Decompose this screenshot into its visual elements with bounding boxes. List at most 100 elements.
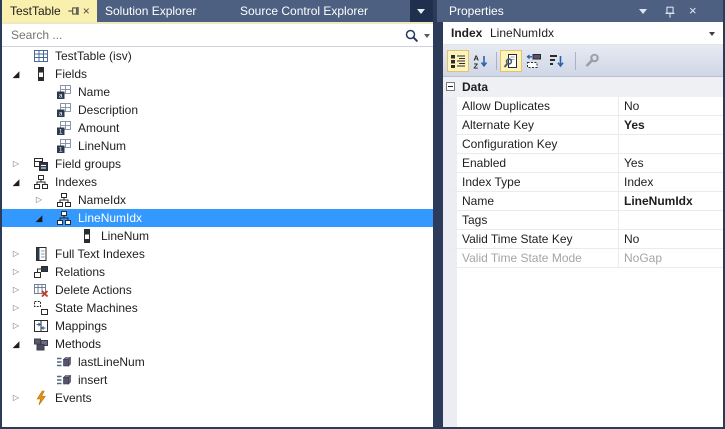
property-value[interactable]: No xyxy=(624,97,639,116)
tree-item-fields[interactable]: ◢ Fields xyxy=(2,65,433,83)
close-icon[interactable]: × xyxy=(83,4,90,18)
tree-item-lastlinenum[interactable]: lastLineNum xyxy=(2,353,433,371)
property-value[interactable]: LineNumIdx xyxy=(624,192,693,211)
tab-solution-explorer[interactable]: Solution Explorer xyxy=(97,0,230,22)
property-value[interactable]: Yes xyxy=(624,116,645,135)
property-row-configuration-key[interactable]: Configuration Key xyxy=(443,135,723,154)
tree-item-mappings[interactable]: ▷ Mappings xyxy=(2,317,433,335)
tree-item-linenumidx[interactable]: ◢ LineNumIdx xyxy=(2,209,433,227)
property-label: Configuration Key xyxy=(462,137,558,151)
tree-item-indexes[interactable]: ◢ Indexes xyxy=(2,173,433,191)
property-value[interactable]: Index xyxy=(624,173,653,192)
expand-arrow-icon[interactable]: ▷ xyxy=(10,317,22,335)
tree-item-field-groups[interactable]: ▷ Field groups xyxy=(2,155,433,173)
property-label: Valid Time State Key xyxy=(462,232,573,246)
tab-source-control-explorer[interactable]: Source Control Explorer xyxy=(230,0,410,22)
pin-icon[interactable] xyxy=(67,4,81,18)
mappings-icon xyxy=(33,318,49,334)
property-label: Enabled xyxy=(462,156,507,170)
expand-arrow-icon[interactable]: ▷ xyxy=(10,281,22,299)
tree-item-events[interactable]: ▷ Events xyxy=(2,389,433,407)
events-icon xyxy=(33,390,49,406)
fulltext-icon xyxy=(33,246,49,262)
tab-strip-overflow xyxy=(410,0,433,22)
svg-text:a: a xyxy=(59,111,63,118)
tree-item-linenum[interactable]: 1 LineNum xyxy=(2,137,433,155)
expand-arrow-icon[interactable]: ▷ xyxy=(10,263,22,281)
property-row-name[interactable]: Name LineNumIdx xyxy=(443,192,723,211)
tree-item-linenum[interactable]: LineNum xyxy=(2,227,433,245)
tree-item-delete-actions[interactable]: ▷ Delete Actions xyxy=(2,281,433,299)
expand-arrow-icon[interactable]: ▷ xyxy=(10,155,22,173)
property-row-valid-time-state-mode[interactable]: Valid Time State Mode NoGap xyxy=(443,249,723,268)
tree-item-label: lastLineNum xyxy=(78,355,145,369)
property-row-tags[interactable]: Tags xyxy=(443,211,723,230)
property-value[interactable]: Yes xyxy=(624,154,644,173)
search-input[interactable] xyxy=(2,24,394,46)
property-extender-button[interactable] xyxy=(523,50,545,72)
property-label: Index Type xyxy=(462,175,521,189)
tree-item-amount[interactable]: 1 Amount xyxy=(2,119,433,137)
svg-text:1: 1 xyxy=(59,147,63,154)
tree-item-label: Events xyxy=(55,391,92,405)
search-icon[interactable] xyxy=(404,28,420,44)
expand-arrow-icon[interactable]: ▷ xyxy=(10,299,22,317)
close-icon[interactable]: × xyxy=(689,0,697,22)
property-pages-button[interactable] xyxy=(581,50,603,72)
tree-item-testtable-isv[interactable]: TestTable (isv) xyxy=(2,47,433,65)
tree-item-label: Amount xyxy=(78,121,120,135)
expand-arrow-icon[interactable]: ▷ xyxy=(10,389,22,407)
index-icon xyxy=(33,174,49,190)
sort-source-button[interactable] xyxy=(546,50,568,72)
properties-button[interactable] xyxy=(500,50,522,72)
property-value[interactable]: No xyxy=(624,230,639,249)
collapse-arrow-icon[interactable]: ◢ xyxy=(10,335,22,353)
tree-item-full-text-indexes[interactable]: ▷ Full Text Indexes xyxy=(2,245,433,263)
panel-splitter[interactable] xyxy=(433,0,443,429)
property-value[interactable]: NoGap xyxy=(624,249,662,268)
tree-item-label: Fields xyxy=(55,67,88,81)
tree-item-description[interactable]: a Description xyxy=(2,101,433,119)
model-tree: TestTable (isv) ◢ Fields a Name a Description 1… xyxy=(2,47,433,427)
property-row-enabled[interactable]: Enabled Yes xyxy=(443,154,723,173)
pin-icon[interactable] xyxy=(663,4,677,18)
object-selector[interactable]: Index LineNumIdx xyxy=(443,22,723,45)
delete-actions-icon xyxy=(33,282,49,298)
property-row-allow-duplicates[interactable]: Allow Duplicates No xyxy=(443,97,723,116)
property-row-valid-time-state-key[interactable]: Valid Time State Key No xyxy=(443,230,723,249)
tree-item-state-machines[interactable]: ▷ State Machines xyxy=(2,299,433,317)
categorized-button[interactable] xyxy=(447,50,469,72)
collapse-box-icon[interactable] xyxy=(446,82,455,91)
tree-item-relations[interactable]: ▷ Relations xyxy=(2,263,433,281)
field-plain-icon xyxy=(79,228,95,244)
properties-titlebar: Properties × xyxy=(437,0,723,22)
window-menu-chevron-icon[interactable] xyxy=(639,9,647,14)
method-icon xyxy=(56,372,72,388)
tree-item-methods[interactable]: ◢ Methods xyxy=(2,335,433,353)
toolbar-separator xyxy=(575,52,576,70)
tree-item-insert[interactable]: insert xyxy=(2,371,433,389)
tree-item-name[interactable]: a Name xyxy=(2,83,433,101)
tab-testtable[interactable]: TestTable × xyxy=(2,0,97,22)
properties-title: Properties xyxy=(449,4,504,18)
search-options-chevron-icon[interactable] xyxy=(424,34,430,38)
category-row-data[interactable]: Data xyxy=(443,77,723,97)
collapse-arrow-icon[interactable]: ◢ xyxy=(10,173,22,191)
expand-arrow-icon[interactable]: ▷ xyxy=(10,245,22,263)
tree-item-nameidx[interactable]: ▷ NameIdx xyxy=(2,191,433,209)
index-icon xyxy=(56,210,72,226)
collapse-arrow-icon[interactable]: ◢ xyxy=(10,65,22,83)
fields-icon xyxy=(33,66,49,82)
table-icon xyxy=(33,48,49,64)
tab-list-chevron-icon[interactable] xyxy=(417,9,425,14)
search-bar xyxy=(2,24,433,47)
collapse-arrow-icon[interactable]: ◢ xyxy=(33,209,45,227)
toolbar-separator xyxy=(496,52,497,70)
tab-strip: TestTable × Solution Explorer Source Con… xyxy=(2,0,433,22)
tree-item-label: Relations xyxy=(55,265,106,279)
property-row-index-type[interactable]: Index Type Index xyxy=(443,173,723,192)
property-row-alternate-key[interactable]: Alternate Key Yes xyxy=(443,116,723,135)
alphabetical-sort-button[interactable]: AZ xyxy=(470,50,492,72)
object-selector-chevron-icon[interactable] xyxy=(709,32,715,36)
expand-arrow-icon[interactable]: ▷ xyxy=(33,191,45,209)
